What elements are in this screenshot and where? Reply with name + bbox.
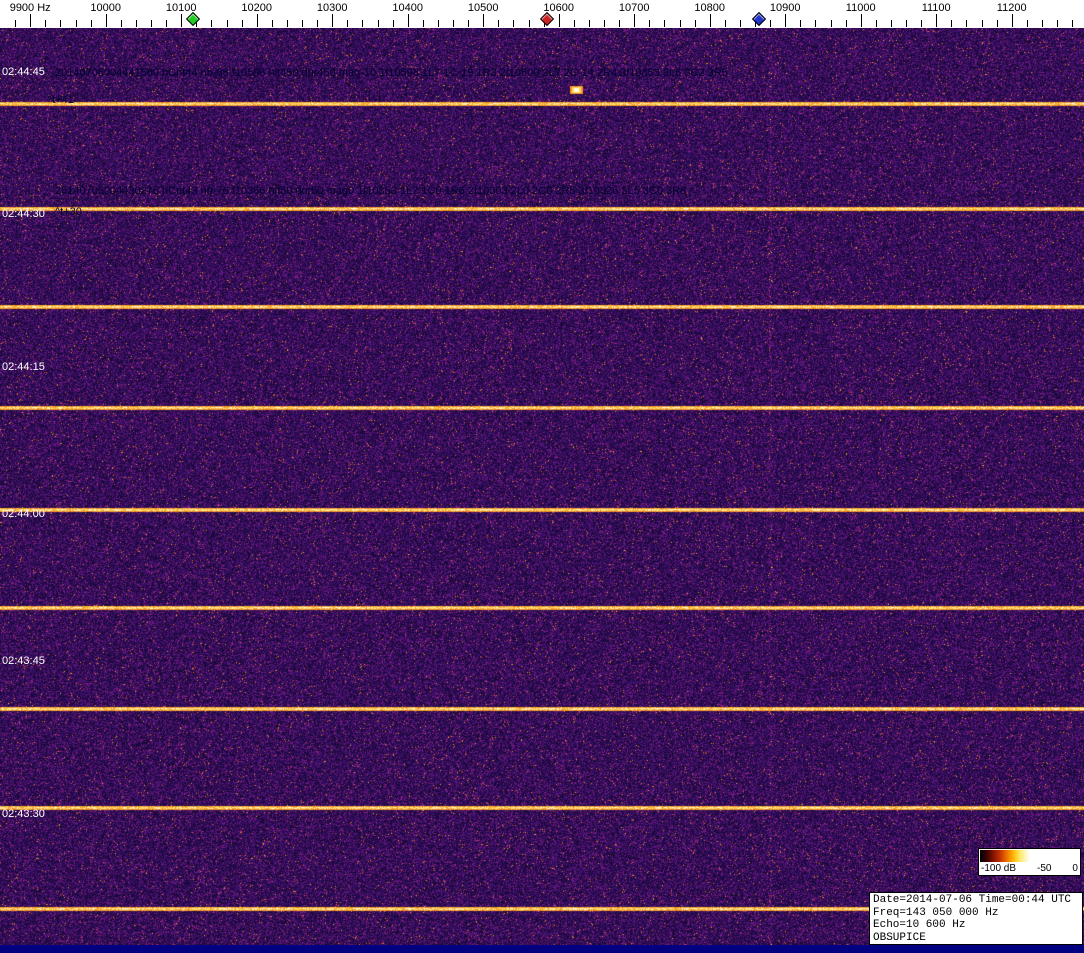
colorbar-max-label: 0 xyxy=(1072,863,1078,874)
axis-major-tick xyxy=(936,14,937,27)
axis-minor-tick xyxy=(60,20,61,27)
axis-minor-tick xyxy=(800,20,801,27)
axis-tick-label-10000: 10000 xyxy=(90,2,121,14)
axis-minor-tick xyxy=(951,20,952,27)
axis-minor-tick xyxy=(453,20,454,27)
axis-minor-tick xyxy=(513,20,514,27)
axis-tick-label-10300: 10300 xyxy=(317,2,348,14)
axis-minor-tick xyxy=(846,20,847,27)
axis-minor-tick xyxy=(770,20,771,27)
axis-major-tick xyxy=(785,14,786,27)
axis-minor-tick xyxy=(242,20,243,27)
axis-minor-tick xyxy=(272,20,273,27)
axis-minor-tick xyxy=(1057,20,1058,27)
axis-minor-tick xyxy=(378,20,379,27)
axis-major-tick xyxy=(181,14,182,27)
axis-minor-tick xyxy=(664,20,665,27)
axis-minor-tick xyxy=(91,20,92,27)
axis-minor-tick xyxy=(151,20,152,27)
axis-minor-tick xyxy=(680,20,681,27)
meteor-spectrogram-app: 9900 Hz 10000 10100 10200 10300 10400 10500 106… xyxy=(0,0,1084,953)
colorbar-mid-label: -50 xyxy=(1037,863,1051,874)
spectrogram-canvas xyxy=(0,28,1084,945)
axis-minor-tick xyxy=(211,20,212,27)
axis-minor-tick xyxy=(423,20,424,27)
axis-minor-tick xyxy=(831,20,832,27)
axis-major-tick xyxy=(408,14,409,27)
axis-tick-label-10800: 10800 xyxy=(694,2,725,14)
info-station-name: OBSUPICE xyxy=(873,932,1079,945)
axis-minor-tick xyxy=(619,20,620,27)
axis-major-tick xyxy=(710,14,711,27)
axis-minor-tick xyxy=(815,20,816,27)
axis-minor-tick xyxy=(982,20,983,27)
red-diamond-marker xyxy=(540,12,554,26)
axis-minor-tick xyxy=(1072,20,1073,27)
axis-minor-tick xyxy=(921,20,922,27)
axis-minor-tick xyxy=(438,20,439,27)
axis-minor-tick xyxy=(695,20,696,27)
colorbar: -100 dB -50 0 xyxy=(978,848,1081,876)
axis-minor-tick xyxy=(302,20,303,27)
axis-minor-tick xyxy=(649,20,650,27)
colorbar-min-label: -100 dB xyxy=(981,863,1016,874)
axis-tick-label-10200: 10200 xyxy=(241,2,272,14)
info-echo-frequency: Echo=10 600 Hz xyxy=(873,919,1079,932)
axis-tick-label-11200: 11200 xyxy=(997,2,1027,14)
axis-minor-tick xyxy=(227,20,228,27)
info-date-time: Date=2014-07-06 Time=00:44 UTC xyxy=(873,894,1079,907)
axis-minor-tick xyxy=(166,20,167,27)
axis-minor-tick xyxy=(45,20,46,27)
axis-major-tick xyxy=(483,14,484,27)
axis-major-tick xyxy=(257,14,258,27)
colorbar-gradient xyxy=(980,850,1079,862)
bottom-status-strip xyxy=(0,945,1084,953)
axis-tick-label-11100: 11100 xyxy=(922,2,951,14)
axis-tick-label-10900: 10900 xyxy=(770,2,801,14)
axis-major-tick xyxy=(332,14,333,27)
axis-minor-tick xyxy=(891,20,892,27)
axis-minor-tick xyxy=(1042,20,1043,27)
axis-minor-tick xyxy=(740,20,741,27)
axis-minor-tick xyxy=(604,20,605,27)
frequency-axis: 9900 Hz 10000 10100 10200 10300 10400 10500 106… xyxy=(0,0,1084,28)
status-info-box: Date=2014-07-06 Time=00:44 UTC Freq=143 … xyxy=(869,892,1083,945)
axis-minor-tick xyxy=(589,20,590,27)
axis-minor-tick xyxy=(468,20,469,27)
axis-minor-tick xyxy=(393,20,394,27)
colorbar-labels: -100 dB -50 0 xyxy=(981,863,1078,874)
axis-minor-tick xyxy=(574,20,575,27)
axis-major-tick xyxy=(1012,14,1013,27)
axis-minor-tick xyxy=(876,20,877,27)
axis-tick-label-10400: 10400 xyxy=(392,2,423,14)
info-frequency: Freq=143 050 000 Hz xyxy=(873,907,1079,920)
green-diamond-marker xyxy=(185,12,199,26)
axis-minor-tick xyxy=(1027,20,1028,27)
axis-minor-tick xyxy=(966,20,967,27)
axis-major-tick xyxy=(106,14,107,27)
axis-minor-tick xyxy=(725,20,726,27)
blue-diamond-marker xyxy=(752,12,766,26)
axis-tick-label-10700: 10700 xyxy=(619,2,650,14)
axis-minor-tick xyxy=(136,20,137,27)
axis-tick-label-11000: 11000 xyxy=(846,2,876,14)
axis-minor-tick xyxy=(997,20,998,27)
axis-major-tick xyxy=(559,14,560,27)
axis-minor-tick xyxy=(15,20,16,27)
axis-major-tick xyxy=(30,14,31,27)
axis-minor-tick xyxy=(362,20,363,27)
axis-minor-tick xyxy=(287,20,288,27)
axis-minor-tick xyxy=(347,20,348,27)
axis-tick-label-9900: 9900 Hz xyxy=(10,2,51,14)
axis-minor-tick xyxy=(317,20,318,27)
axis-major-tick xyxy=(634,14,635,27)
axis-tick-label-10500: 10500 xyxy=(468,2,499,14)
axis-minor-tick xyxy=(529,20,530,27)
axis-minor-tick xyxy=(121,20,122,27)
axis-minor-tick xyxy=(906,20,907,27)
axis-minor-tick xyxy=(498,20,499,27)
axis-minor-tick xyxy=(76,20,77,27)
axis-major-tick xyxy=(861,14,862,27)
